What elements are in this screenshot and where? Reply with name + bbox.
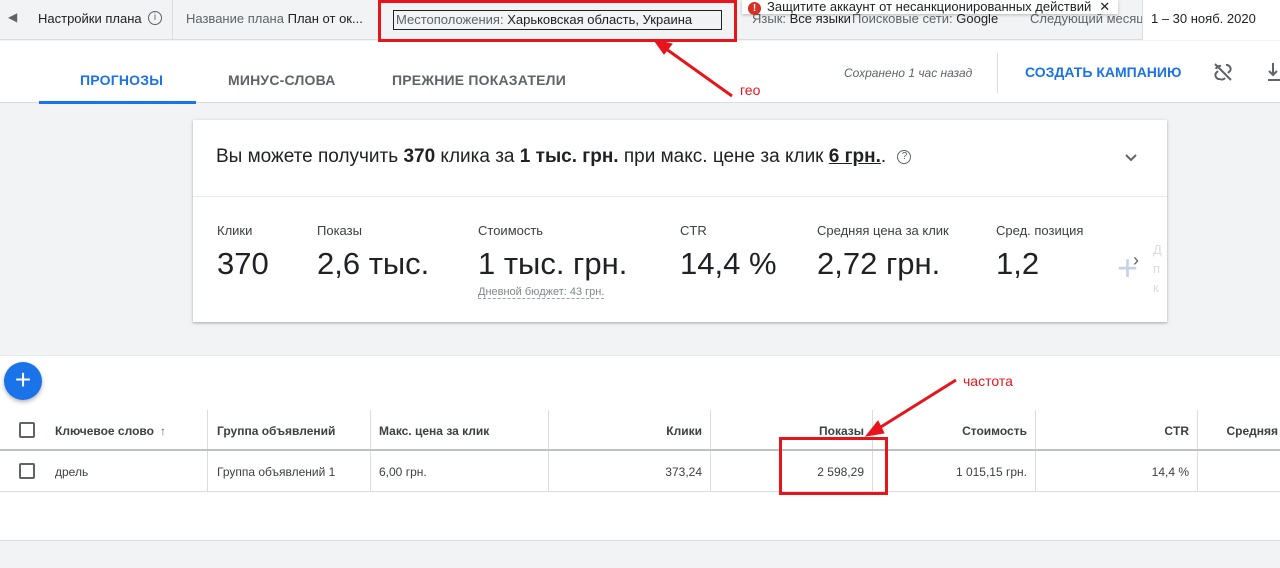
frequency-annotation-label: частота — [963, 373, 1013, 389]
geo-annotation-label: гео — [740, 82, 761, 98]
annotation-arrows — [652, 39, 957, 437]
